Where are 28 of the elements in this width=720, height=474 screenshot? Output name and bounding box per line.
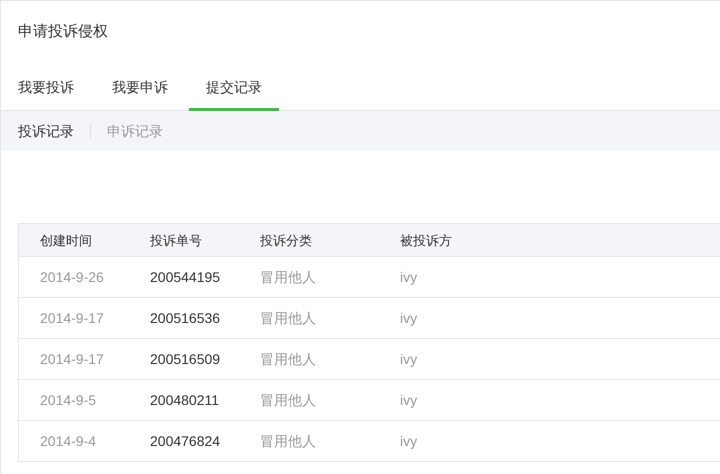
table-cell: ivy	[400, 433, 418, 449]
column-header: 投诉单号	[150, 232, 202, 248]
table-cell: 冒用他人	[260, 269, 316, 285]
table-cell: 2014-9-26	[40, 269, 104, 285]
subnav-tab[interactable]: 投诉记录	[18, 121, 74, 141]
table-cell: ivy	[400, 351, 418, 367]
table-cell: ivy	[400, 310, 418, 326]
table-cell: 200516536	[150, 310, 220, 326]
tab[interactable]: 我要申诉	[95, 65, 185, 111]
table-cell: 冒用他人	[260, 392, 316, 408]
page-title: 申请投诉侵权	[17, 22, 109, 42]
table-cell: 200480211	[150, 392, 220, 408]
column-header: 被投诉方	[400, 232, 452, 248]
table-cell: 冒用他人	[260, 351, 316, 367]
table-cell: 200476824	[150, 433, 220, 449]
table-cell: 2014-9-5	[40, 392, 96, 408]
table-cell: 2014-9-4	[40, 433, 96, 449]
tab[interactable]: 我要投诉	[1, 65, 91, 111]
column-header: 创建时间	[40, 232, 92, 248]
table-cell: 2014-9-17	[40, 351, 104, 367]
column-header: 投诉分类	[260, 232, 312, 248]
table-cell: 200544195	[150, 269, 220, 285]
table-cell: 冒用他人	[260, 433, 316, 449]
table-cell: ivy	[400, 392, 418, 408]
table-cell: 2014-9-17	[40, 310, 104, 326]
table-cell: 200516509	[150, 351, 220, 367]
table-cell: ivy	[400, 269, 418, 285]
table-cell: 冒用他人	[260, 310, 316, 326]
